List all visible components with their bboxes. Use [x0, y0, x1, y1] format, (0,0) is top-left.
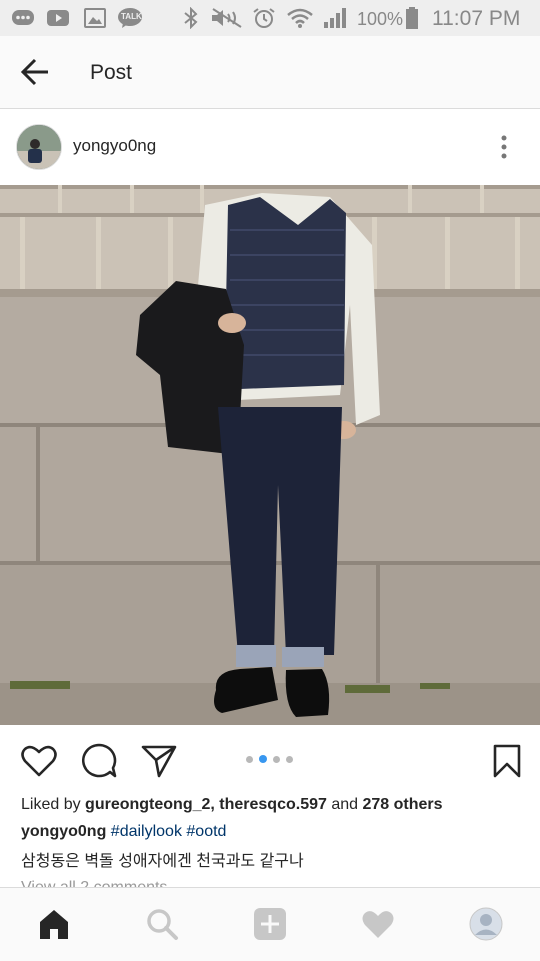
hashtag-link[interactable]: #dailylook [111, 823, 182, 840]
battery-icon [406, 7, 418, 29]
status-bar: TALK 100% 11:07 PM [0, 0, 540, 36]
bookmark-icon[interactable] [488, 742, 526, 780]
carousel-indicator [246, 755, 296, 765]
carousel-dot [286, 756, 293, 763]
signal-icon [324, 8, 346, 28]
top-bar: Post [0, 36, 540, 109]
add-icon[interactable] [252, 906, 288, 942]
caption: yongyo0ng #dailylook #ootd [21, 823, 226, 841]
carousel-dot-active [259, 755, 267, 763]
caption-username[interactable]: yongyo0ng [21, 823, 106, 840]
mute-icon [212, 8, 242, 28]
battery-percentage: 100% [357, 9, 404, 29]
post-photo[interactable] [0, 185, 540, 725]
hashtag-link[interactable]: #ootd [186, 823, 226, 840]
carousel-dot [273, 756, 280, 763]
search-icon[interactable] [144, 906, 180, 942]
bluetooth-icon [184, 7, 198, 29]
liker-username[interactable]: theresqco.597 [219, 796, 327, 813]
clock: 11:07 PM [432, 7, 521, 30]
post-actions [0, 725, 540, 795]
carousel-dot [246, 756, 253, 763]
back-arrow-icon[interactable] [18, 56, 54, 88]
home-icon[interactable] [36, 906, 72, 942]
message-icon [12, 10, 34, 25]
likes-prefix: Liked by [21, 796, 86, 813]
share-icon[interactable] [140, 742, 178, 780]
photo-image [0, 185, 540, 725]
page-title: Post [90, 61, 133, 84]
wifi-icon [287, 8, 313, 28]
avatar[interactable] [16, 124, 62, 170]
like-heart-icon[interactable] [20, 742, 58, 780]
heart-icon[interactable] [360, 906, 396, 942]
liker-username[interactable]: gureongteong_2 [85, 796, 210, 813]
likes-others-link[interactable]: 278 others [362, 796, 442, 813]
alarm-icon [253, 8, 275, 28]
kakaotalk-label: TALK [121, 12, 142, 21]
profile-icon[interactable] [468, 906, 504, 942]
bottom-navigation [0, 887, 540, 961]
post-username[interactable]: yongyo0ng [73, 136, 156, 156]
more-options-icon[interactable] [492, 132, 516, 162]
likes-and: and [326, 796, 363, 813]
likes-summary: Liked by gureongteong_2, theresqco.597 a… [21, 796, 443, 814]
likes-separator: , [210, 796, 220, 813]
caption-text: 삼청동은 벽돌 성애자에겐 천국과도 같구나 [21, 853, 304, 870]
youtube-icon [47, 10, 69, 26]
gallery-icon [84, 8, 106, 28]
comment-icon[interactable] [80, 742, 118, 780]
kakaotalk-icon: TALK [117, 7, 143, 29]
post-header: yongyo0ng [0, 110, 540, 185]
